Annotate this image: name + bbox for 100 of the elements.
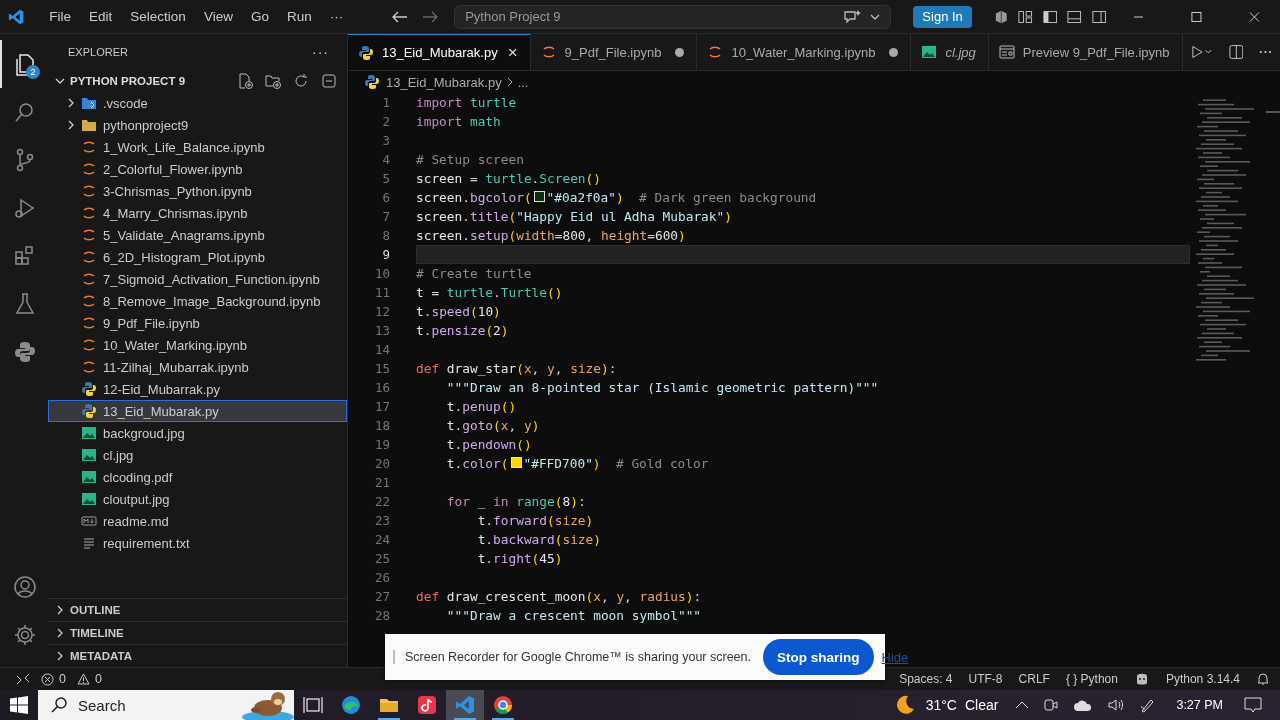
file-tree-item[interactable]: 5_Validate_Anagrams.ipynb [48,224,347,246]
close-icon[interactable] [1249,10,1260,23]
section-header[interactable]: TIMELINE [48,621,347,644]
split-editor-icon[interactable] [1228,44,1244,60]
menu-item[interactable]: File [40,9,81,24]
project-name[interactable]: PYTHON PROJECT 9 [70,75,186,87]
file-name[interactable]: 6_2D_Histogram_Plot.ipynb [103,249,265,265]
status-item[interactable]: Spaces: 4 [899,672,953,686]
file-tree-item[interactable]: 3-Chrismas_Python.ipynb [48,180,347,202]
account-icon[interactable] [12,574,38,600]
menu-item[interactable]: Run [277,9,321,24]
file-name[interactable]: .vscode [103,95,148,111]
menu-item[interactable]: Edit [80,9,122,24]
file-tree-item[interactable]: 9_Pdf_File.ipynb [48,312,347,334]
breadcrumb-item[interactable]: ... [517,74,529,90]
remote-icon[interactable] [16,673,30,685]
editor-tab[interactable]: 10_Water_Marking.ipynb [697,34,912,70]
new-file-icon[interactable] [237,73,253,89]
file-name[interactable]: 8_Remove_Image_Background.ipynb [103,293,321,309]
menu-item[interactable]: Go [241,9,278,24]
panel-toggle-icon[interactable] [1067,8,1082,25]
chevron-up-icon[interactable] [1015,700,1030,710]
file-name[interactable]: 9_Pdf_File.ipynb [103,315,200,331]
file-name[interactable]: 7_Sigmoid_Activation_Function.ipynb [103,271,320,287]
file-tree-item[interactable]: 11-Zilhaj_Mubarrak.ipynb [48,356,347,378]
file-name[interactable]: 1_Work_Life_Balance.ipynb [103,139,265,155]
chat-icon[interactable] [842,8,863,25]
file-name[interactable]: 12-Eid_Mubarrak.py [103,381,221,397]
more-button[interactable]: ··· [312,44,329,60]
file-tree-item[interactable]: 12-Eid_Mubarrak.py [48,378,347,400]
refresh-icon[interactable] [293,73,309,89]
file-name[interactable]: clcoding.pdf [103,469,173,485]
error-count[interactable]: 0 [59,672,66,686]
file-tree-item[interactable]: 13_Eid_Mubarak.py [48,400,347,422]
file-name[interactable]: requirement.txt [103,535,190,551]
python-icon[interactable] [12,339,38,365]
file-name[interactable]: pythonproject9 [103,117,189,133]
file-name[interactable]: backgroud.jpg [103,425,185,441]
editor-tab[interactable]: Preview 9_Pdf_File.ipynb [988,34,1183,70]
settings-icon[interactable] [12,622,38,648]
editor-tab[interactable]: cl.jpg [911,34,989,70]
file-name[interactable]: 13_Eid_Mubarak.py [103,403,219,419]
section-title[interactable]: METADATA [70,650,132,662]
speaker-icon[interactable] [1107,697,1126,713]
status-item[interactable]: { } Python [1065,672,1118,686]
file-name[interactable]: 3-Chrismas_Python.ipynb [103,183,252,199]
notification-icon[interactable] [1244,697,1262,713]
weather-temperature[interactable]: 31°C [925,697,957,713]
file-tree-item[interactable]: 4_Marry_Chrismas.ipynb [48,202,347,224]
new-folder-icon[interactable] [265,73,281,89]
secondary-sidebar-icon[interactable] [1091,8,1107,25]
file-tree-item[interactable]: 7_Sigmoid_Activation_Function.ipynb [48,268,347,290]
file-name[interactable]: cloutput.jpg [103,491,170,507]
warning-count[interactable]: 0 [94,672,102,686]
sidebar-toggle-icon[interactable] [1042,8,1058,25]
file-name[interactable]: 10_Water_Marking.ipynb [103,337,248,353]
file-name[interactable]: 2_Colorful_Flower.ipynb [103,161,243,177]
file-name[interactable]: 4_Marry_Chrismas.ipynb [103,205,248,221]
file-tree-item[interactable]: backgroud.jpg [48,422,347,444]
file-tree-item[interactable]: cloutput.jpg [48,488,347,510]
clock[interactable]: 3:27 PM [1176,698,1223,712]
file-name[interactable]: 11-Zilhaj_Mubarrak.ipynb [103,359,249,375]
forward-arrow-icon[interactable] [422,10,439,23]
file-tree-item[interactable]: clcoding.pdf [48,466,347,488]
camera-icon[interactable] [1043,697,1060,713]
file-tree-item[interactable]: 10_Water_Marking.ipynb [48,334,347,356]
collapse-all-icon[interactable] [321,73,337,89]
stop-sharing-button[interactable]: Stop sharing [763,639,874,675]
file-tree-item[interactable]: readme.md [48,510,347,532]
file-tree-item[interactable]: .vscode [48,92,347,114]
file-name[interactable]: 5_Validate_Anagrams.ipynb [103,227,265,243]
back-arrow-icon[interactable] [392,10,409,23]
section-title[interactable]: TIMELINE [70,627,124,639]
menu-item[interactable]: ··· [320,9,353,24]
breadcrumb-item[interactable]: 13_Eid_Mubarak.py [386,74,502,90]
sign-in-button[interactable]: Sign In [913,5,972,28]
cloud-icon[interactable] [1073,698,1094,712]
bell-icon[interactable] [1256,672,1270,686]
file-name[interactable]: cl.jpg [103,447,134,463]
maximize-icon[interactable] [1191,10,1203,23]
cube-icon[interactable] [993,8,1009,25]
file-tree-item[interactable]: pythonproject9 [48,114,347,136]
editor-tab[interactable]: 13_Eid_Mubarak.py × [348,34,531,70]
weather-condition[interactable]: Clear [964,697,999,713]
menu-item[interactable]: Selection [121,9,195,24]
file-tree-item[interactable]: requirement.txt [48,532,347,554]
more-icon[interactable] [1259,50,1272,54]
file-tree-item[interactable]: 6_2D_Histogram_Plot.ipynb [48,246,347,268]
file-tree-item[interactable]: 8_Remove_Image_Background.ipynb [48,290,347,312]
file-tree-item[interactable]: 1_Work_Life_Balance.ipynb [48,136,347,158]
command-center[interactable]: Python Project 9 [454,4,892,29]
run-icon[interactable] [1190,45,1213,59]
file-tree-item[interactable]: 2_Colorful_Flower.ipynb [48,158,347,180]
windows-start-icon[interactable] [10,696,28,714]
menu-item[interactable]: View [194,9,242,24]
interpreter-status[interactable]: Python 3.14.4 [1165,672,1240,686]
chevron-down-icon[interactable] [870,12,881,21]
taskbar-search-field[interactable]: Search [38,690,294,720]
status-item[interactable]: UTF-8 [968,672,1003,686]
close-tab-button[interactable]: × [507,42,518,63]
